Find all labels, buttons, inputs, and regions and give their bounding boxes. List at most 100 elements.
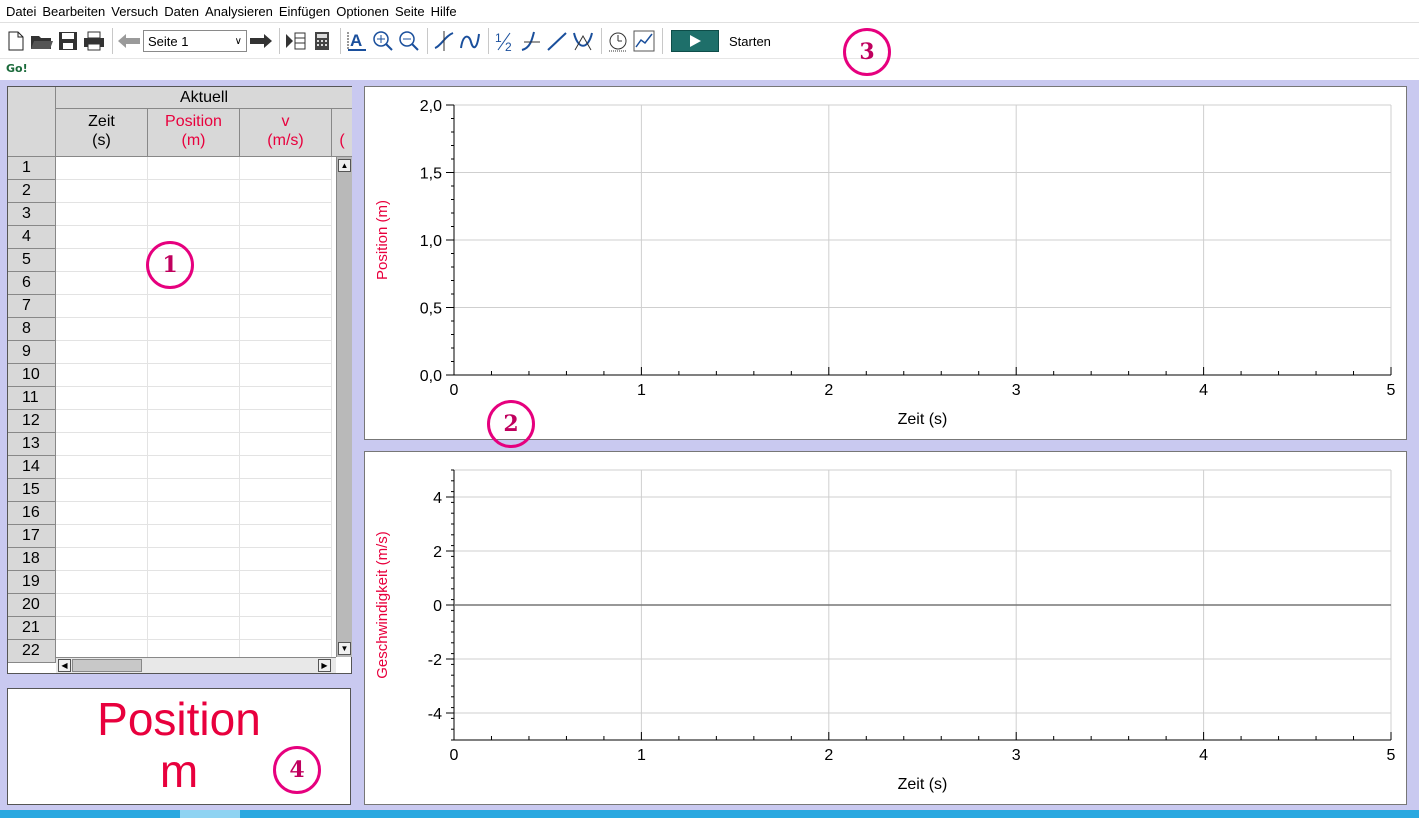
table-cell[interactable] (56, 433, 148, 456)
table-cell[interactable] (148, 502, 240, 525)
table-cell[interactable] (240, 456, 332, 479)
table-cell[interactable] (56, 318, 148, 341)
row-number[interactable]: 2 (8, 180, 56, 203)
menu-item-daten[interactable]: Daten (164, 4, 199, 19)
row-number[interactable]: 6 (8, 272, 56, 295)
table-cell[interactable] (240, 318, 332, 341)
table-cell[interactable] (240, 203, 332, 226)
menu-item-versuch[interactable]: Versuch (111, 4, 158, 19)
table-cell[interactable] (56, 410, 148, 433)
graph-options-icon[interactable] (632, 29, 656, 53)
position-graph-svg[interactable]: 0 1 2 3 4 5 0,0 0,5 1,0 1,5 2,0 Zeit (s) Position (m… (365, 87, 1406, 439)
row-number[interactable]: 3 (8, 203, 56, 226)
row-number[interactable]: 13 (8, 433, 56, 456)
row-number[interactable]: 16 (8, 502, 56, 525)
table-cell[interactable] (148, 594, 240, 617)
vertical-scrollbar[interactable]: ▲ ▼ (336, 157, 352, 657)
table-cell[interactable] (148, 525, 240, 548)
row-number[interactable]: 15 (8, 479, 56, 502)
table-cell[interactable] (56, 387, 148, 410)
table-cell[interactable] (240, 249, 332, 272)
table-cell[interactable] (240, 594, 332, 617)
horizontal-scrollbar[interactable]: ◀ ▶ (56, 657, 336, 673)
save-icon[interactable] (56, 29, 80, 53)
row-number[interactable]: 8 (8, 318, 56, 341)
row-number[interactable]: 22 (8, 640, 56, 663)
row-number[interactable]: 20 (8, 594, 56, 617)
table-cell[interactable] (148, 364, 240, 387)
table-cell[interactable] (240, 617, 332, 640)
table-cell[interactable] (240, 180, 332, 203)
table-cell[interactable] (56, 364, 148, 387)
menu-item-hilfe[interactable]: Hilfe (431, 4, 457, 19)
open-folder-icon[interactable] (30, 29, 54, 53)
row-number[interactable]: 9 (8, 341, 56, 364)
table-cell[interactable] (56, 594, 148, 617)
stopwatch-icon[interactable] (606, 29, 630, 53)
curve-fit-icon[interactable] (571, 29, 595, 53)
calculator-icon[interactable] (310, 29, 334, 53)
print-icon[interactable] (82, 29, 106, 53)
scroll-down-icon[interactable]: ▼ (338, 642, 351, 655)
table-cell[interactable] (240, 341, 332, 364)
table-cell[interactable] (148, 341, 240, 364)
table-cell[interactable] (56, 502, 148, 525)
velocity-graph[interactable]: 0 1 2 3 4 5 4 2 0 -2 -4 Zeit (s) Geschwindigkeit (m/… (364, 451, 1407, 805)
row-number[interactable]: 14 (8, 456, 56, 479)
table-cell[interactable] (148, 479, 240, 502)
position-graph[interactable]: 0 1 2 3 4 5 0,0 0,5 1,0 1,5 2,0 Zeit (s) Position (m… (364, 86, 1407, 440)
table-cell[interactable] (56, 617, 148, 640)
start-label[interactable]: Starten (729, 34, 771, 49)
forward-arrow-icon[interactable] (249, 29, 273, 53)
row-number[interactable]: 17 (8, 525, 56, 548)
table-cell[interactable] (56, 203, 148, 226)
new-file-icon[interactable] (4, 29, 28, 53)
zoom-out-icon[interactable] (397, 29, 421, 53)
scroll-right-icon[interactable]: ▶ (318, 659, 331, 672)
scroll-thumb[interactable] (72, 659, 142, 672)
table-cell[interactable] (148, 180, 240, 203)
page-select[interactable]: Seite 1 ∨ (143, 30, 247, 52)
row-number[interactable]: 18 (8, 548, 56, 571)
back-arrow-icon[interactable] (117, 29, 141, 53)
table-cell[interactable] (56, 295, 148, 318)
table-cell[interactable] (240, 410, 332, 433)
table-cell[interactable] (56, 525, 148, 548)
next-page-icon[interactable] (284, 29, 308, 53)
column-header-v[interactable]: v (m/s) (240, 109, 332, 157)
row-number[interactable]: 5 (8, 249, 56, 272)
row-number[interactable]: 12 (8, 410, 56, 433)
table-cell[interactable] (56, 249, 148, 272)
table-cell[interactable] (148, 433, 240, 456)
table-cell[interactable] (56, 226, 148, 249)
menu-item-bearbeiten[interactable]: Bearbeiten (42, 4, 105, 19)
menu-item-seite[interactable]: Seite (395, 4, 425, 19)
table-cell[interactable] (148, 410, 240, 433)
interpolate-icon[interactable] (458, 29, 482, 53)
menu-item-einfügen[interactable]: Einfügen (279, 4, 330, 19)
scroll-left-icon[interactable]: ◀ (58, 659, 71, 672)
table-cell[interactable] (240, 387, 332, 410)
velocity-graph-svg[interactable]: 0 1 2 3 4 5 4 2 0 -2 -4 Zeit (s) Geschwindigkeit (m/… (365, 452, 1406, 804)
table-cell[interactable] (56, 456, 148, 479)
row-number[interactable]: 7 (8, 295, 56, 318)
table-cell[interactable] (240, 433, 332, 456)
table-cell[interactable] (240, 502, 332, 525)
table-cell[interactable] (148, 157, 240, 180)
table-cell[interactable] (240, 571, 332, 594)
table-cell[interactable] (240, 479, 332, 502)
autoscale-icon[interactable]: A (345, 29, 369, 53)
menu-item-optionen[interactable]: Optionen (336, 4, 389, 19)
row-number[interactable]: 1 (8, 157, 56, 180)
go-logo[interactable]: Go! (6, 62, 28, 75)
table-cell[interactable] (56, 157, 148, 180)
table-cell[interactable] (240, 272, 332, 295)
table-cell[interactable] (148, 318, 240, 341)
row-number[interactable]: 10 (8, 364, 56, 387)
start-button[interactable] (671, 30, 719, 52)
table-cell[interactable] (148, 571, 240, 594)
examine-icon[interactable] (432, 29, 456, 53)
table-cell[interactable] (56, 548, 148, 571)
row-number[interactable]: 19 (8, 571, 56, 594)
table-cell[interactable] (148, 548, 240, 571)
